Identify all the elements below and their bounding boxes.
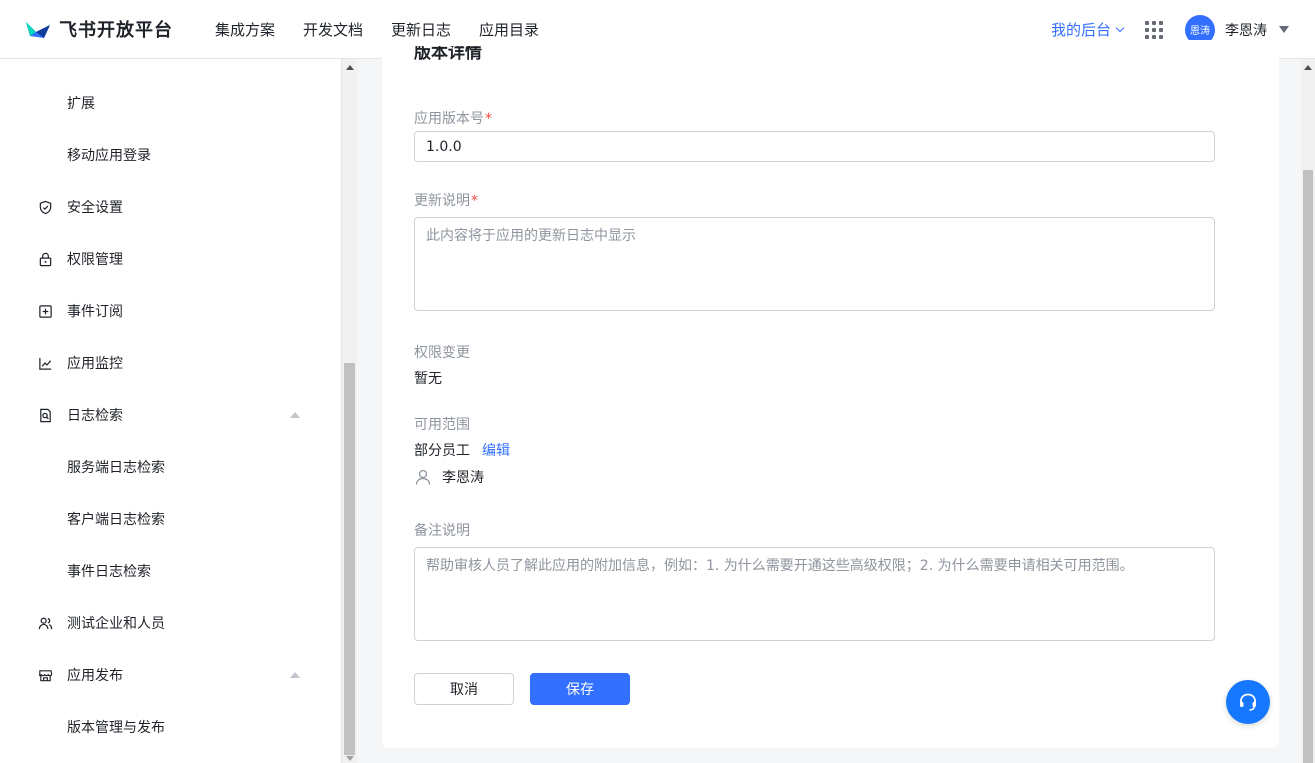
sidebar-item-event-log-search[interactable]: 事件日志检索 [0,545,341,597]
users-icon [37,615,53,631]
sidebar-item-label: 权限管理 [67,252,123,268]
version-label: 应用版本号* [414,108,492,128]
version-label-text: 应用版本号 [414,111,484,127]
page-scrollbar[interactable] [1301,59,1315,763]
sidebar-item-server-log-search[interactable]: 服务端日志检索 [0,441,341,493]
scope-edit-link[interactable]: 编辑 [482,443,510,459]
sidebar-scrollbar-thumb[interactable] [344,363,355,755]
required-mark: * [485,111,492,127]
notes-placeholder: 此内容将于应用的更新日志中显示 [426,228,636,244]
cancel-button[interactable]: 取消 [414,673,514,705]
sidebar-item-app-release[interactable]: 应用发布 [0,649,341,701]
sidebar-item-label: 应用监控 [67,356,123,372]
logo-text: 飞书开放平台 [59,20,173,41]
sidebar-item-label: 扩展 [67,96,95,112]
nav-item-solutions[interactable]: 集成方案 [215,19,275,40]
sidebar-item-label: 移动应用登录 [67,148,151,164]
sidebar-item-label: 安全设置 [67,200,123,216]
sidebar-item-test-users[interactable]: 测试企业和人员 [0,597,341,649]
required-mark: * [471,193,478,209]
version-value: 1.0.0 [426,138,462,155]
my-console-label: 我的后台 [1050,21,1111,39]
permission-label: 权限变更 [414,345,470,361]
notes-label-text: 更新说明 [414,193,470,209]
sidebar-item-label: 服务端日志检索 [67,460,165,476]
nav-item-app-directory[interactable]: 应用目录 [479,19,539,40]
user-name[interactable]: 李恩涛 [1225,20,1267,40]
nav-item-docs[interactable]: 开发文档 [303,19,363,40]
feishu-logo-icon [26,22,50,38]
notes-textarea[interactable]: 此内容将于应用的更新日志中显示 [414,217,1215,311]
lock-icon [37,251,53,267]
sidebar-item-extension[interactable]: 扩展 [0,77,341,129]
scroll-down-arrow-icon[interactable] [346,756,354,761]
line-chart-icon [37,355,53,371]
main-nav: 集成方案 开发文档 更新日志 应用目录 [215,19,567,40]
scroll-up-arrow-icon[interactable] [346,65,354,70]
sidebar-item-label: 事件日志检索 [67,564,151,580]
sidebar-item-label: 事件订阅 [67,304,123,320]
scope-member: 李恩涛 [414,467,484,487]
store-icon [37,667,53,683]
apps-grid-icon[interactable] [1145,20,1163,39]
nav-item-changelog[interactable]: 更新日志 [391,19,451,40]
sidebar-item-label: 客户端日志检索 [67,512,165,528]
user-icon [415,469,431,485]
sidebar-scrollbar[interactable] [341,59,357,763]
sidebar-item-events[interactable]: 事件订阅 [0,285,341,337]
scope-label: 可用范围 [414,417,470,433]
sidebar-item-label: 版本管理与发布 [67,720,165,736]
permission-value: 暂无 [414,371,442,387]
page-title: 版本详情 [414,46,482,60]
page-scrollbar-thumb[interactable] [1303,170,1313,763]
sidebar-item-label: 测试企业和人员 [67,616,165,632]
sidebar-item-version-management[interactable]: 版本管理与发布 [0,701,341,753]
sidebar-item-monitoring[interactable]: 应用监控 [0,337,341,389]
scroll-up-arrow-icon[interactable] [1304,65,1312,70]
sidebar-item-client-log-search[interactable]: 客户端日志检索 [0,493,341,545]
sidebar-item-label: 日志检索 [67,408,123,424]
logo[interactable]: 飞书开放平台 [24,16,173,42]
caret-down-icon[interactable] [1279,26,1289,33]
chevron-down-icon [1115,23,1125,32]
sidebar-item-label: 应用发布 [67,668,123,684]
remark-textarea[interactable]: 帮助审核人员了解此应用的附加信息，例如：1. 为什么需要开通这些高级权限；2. … [414,547,1215,641]
scope-value-text: 部分员工 [414,443,470,459]
save-button[interactable]: 保存 [530,673,630,705]
scope-member-name: 李恩涛 [442,470,484,486]
scope-value: 部分员工 编辑 [414,440,510,460]
headset-icon [1240,693,1256,711]
plus-box-icon [37,303,53,319]
shield-icon [37,199,53,215]
remark-placeholder: 帮助审核人员了解此应用的附加信息，例如：1. 为什么需要开通这些高级权限；2. … [426,558,1134,574]
collapse-icon[interactable] [290,412,300,418]
notes-label: 更新说明* [414,190,478,210]
log-search-icon [37,407,53,423]
sidebar: 扩展 移动应用登录 安全设置 权限管理 事件订阅 应用监控 日志检索 服务端日志 [0,59,341,763]
help-button[interactable] [1226,680,1270,724]
remark-label: 备注说明 [414,523,470,539]
collapse-icon[interactable] [290,672,300,678]
sidebar-item-mobile-login[interactable]: 移动应用登录 [0,129,341,181]
sidebar-item-security[interactable]: 安全设置 [0,181,341,233]
sidebar-item-log-search[interactable]: 日志检索 [0,389,341,441]
sidebar-item-permissions[interactable]: 权限管理 [0,233,341,285]
version-input[interactable]: 1.0.0 [414,131,1215,162]
